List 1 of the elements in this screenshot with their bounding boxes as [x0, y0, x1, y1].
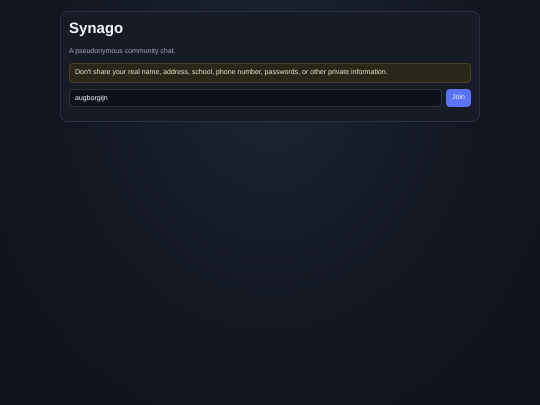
app-title: Synago: [69, 19, 124, 39]
